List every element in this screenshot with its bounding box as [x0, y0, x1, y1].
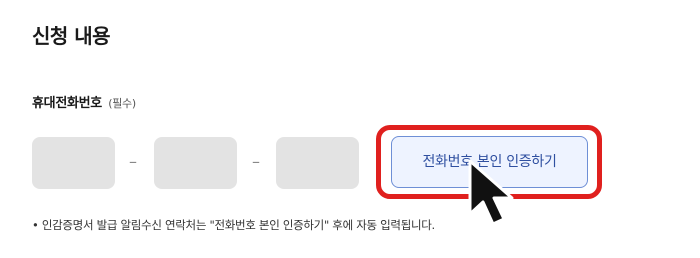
- phone-label-text: 휴대전화번호: [32, 96, 102, 111]
- mouse-pointer-icon: [468, 159, 514, 226]
- section-title: 신청 내용: [32, 24, 111, 48]
- required-tag: (필수): [108, 97, 136, 110]
- notice-text: • 인감증명서 발급 알림수신 연락처는 "전화번호 본인 인증하기" 후에 자…: [32, 218, 435, 232]
- phone-part-3-input[interactable]: [276, 137, 359, 189]
- phone-separator-1: –: [129, 152, 137, 171]
- phone-part-1-input[interactable]: [32, 137, 115, 189]
- phone-field-label: 휴대전화번호 (필수): [32, 92, 136, 111]
- phone-separator-2: –: [252, 152, 260, 171]
- phone-part-2-input[interactable]: [154, 137, 237, 189]
- application-page: 신청 내용 휴대전화번호 (필수) – – 전화번호 본인 인증하기 • 인감증…: [0, 0, 700, 258]
